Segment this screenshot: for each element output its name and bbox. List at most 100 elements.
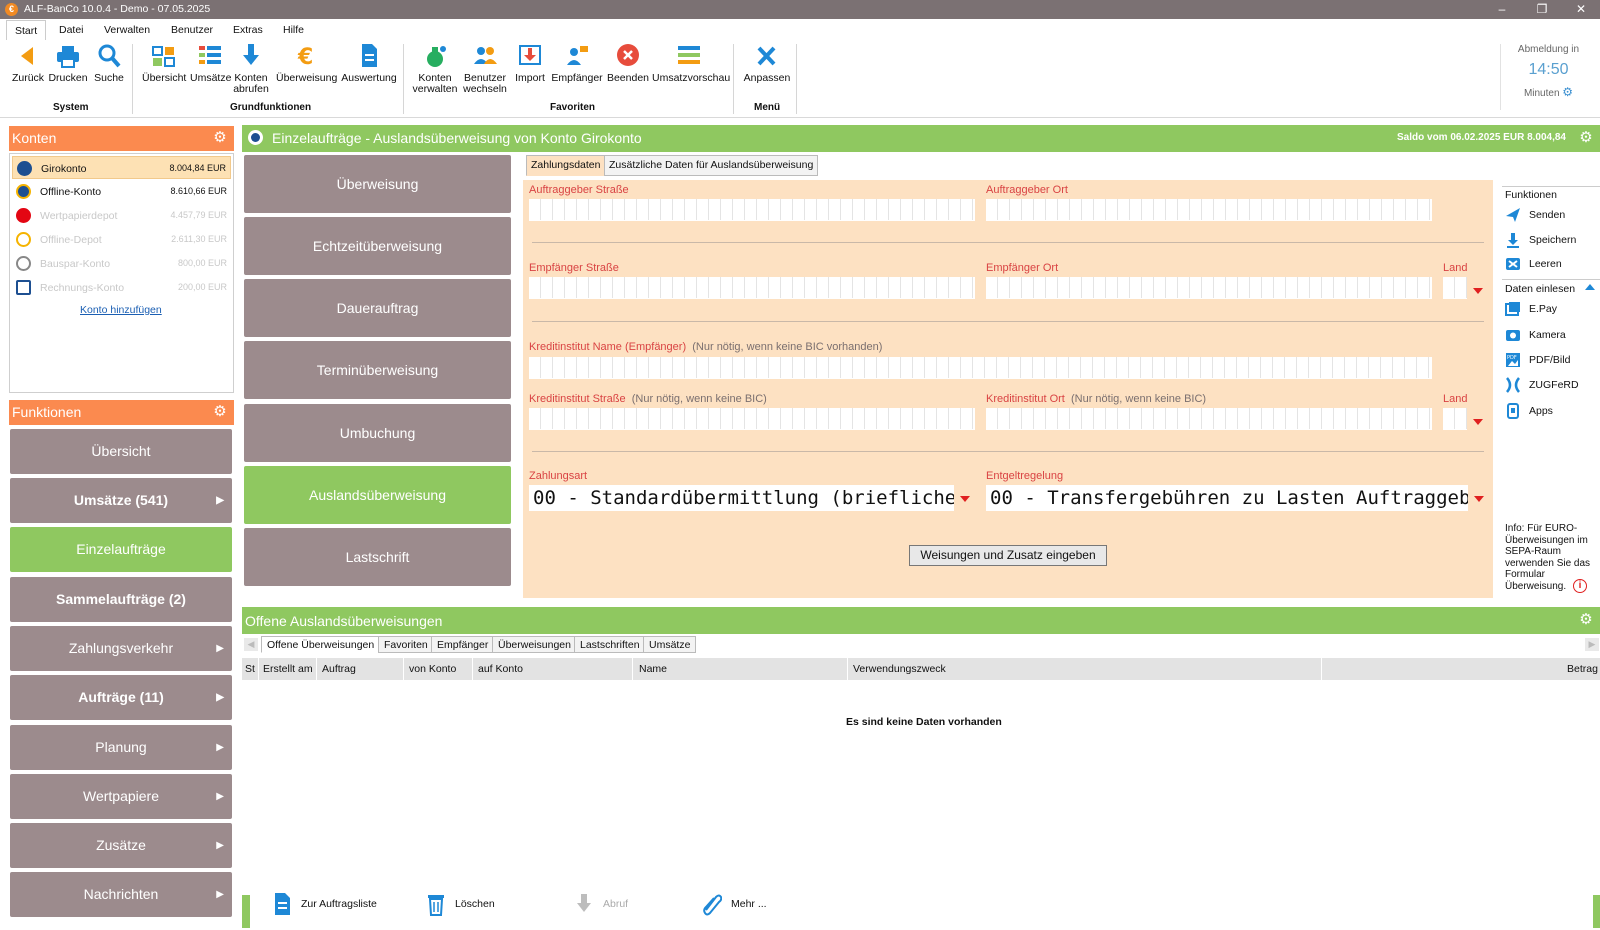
- kreditinstitut-name-field[interactable]: [529, 357, 1432, 379]
- overview-button[interactable]: Übersicht: [142, 42, 186, 84]
- col-name[interactable]: Name: [639, 658, 667, 680]
- subtab-umsaetze[interactable]: Umsätze: [643, 636, 697, 653]
- print-button[interactable]: Drucken: [48, 42, 88, 84]
- nav-sammelauftraege[interactable]: Sammelaufträge (2): [10, 577, 232, 622]
- benutzer-wechseln-button[interactable]: Benutzer wechseln: [462, 42, 508, 95]
- konto-item-offline[interactable]: Offline-Konto 8.610,66 EUR: [12, 180, 231, 203]
- search-button[interactable]: Suche: [92, 42, 126, 84]
- auftraggeber-ort-field[interactable]: [986, 199, 1432, 221]
- empfaenger-strasse-field[interactable]: [529, 277, 975, 299]
- weisungen-button[interactable]: Weisungen und Zusatz eingeben: [909, 545, 1107, 566]
- nav-uebersicht[interactable]: Übersicht: [10, 429, 232, 474]
- ribbon: Zurück Drucken Suche System Übersicht Um…: [0, 40, 1600, 118]
- order-dauerauftrag[interactable]: Dauerauftrag: [244, 279, 511, 337]
- col-auftrag[interactable]: Auftrag: [322, 658, 356, 680]
- auftraggeber-strasse-field[interactable]: [529, 199, 975, 221]
- info-icon[interactable]: i: [1573, 579, 1587, 593]
- minimize-icon[interactable]: –: [1482, 0, 1522, 19]
- anpassen-button[interactable]: Anpassen: [742, 42, 792, 84]
- beenden-button[interactable]: Beenden: [606, 42, 650, 84]
- scroll-left-icon[interactable]: ◀: [244, 638, 258, 651]
- order-terminueberweisung[interactable]: Terminüberweisung: [244, 341, 511, 399]
- umsatzvorschau-button[interactable]: Umsatzvorschau: [652, 42, 730, 84]
- kreditinstitut-land-select[interactable]: [1443, 408, 1467, 430]
- import-button[interactable]: Import: [512, 42, 548, 84]
- konto-item-offline-depot[interactable]: Offline-Depot 2.611,30 EUR: [12, 228, 231, 251]
- restore-icon[interactable]: ❐: [1522, 0, 1562, 19]
- tab-zahlungsdaten[interactable]: Zahlungsdaten: [526, 155, 606, 176]
- chevron-right-icon: ▶: [216, 692, 224, 703]
- kreditinstitut-ort-field[interactable]: [986, 408, 1432, 430]
- bank-logo-icon: [16, 184, 31, 199]
- nav-planung[interactable]: Planung ▶: [10, 725, 232, 770]
- col-st[interactable]: St: [245, 658, 255, 680]
- scroll-right-icon[interactable]: ▶: [1585, 638, 1599, 651]
- subtab-ueberweisungen[interactable]: Überweisungen: [492, 636, 577, 653]
- umsaetze-button[interactable]: Umsätze: [190, 42, 231, 84]
- col-auf-konto[interactable]: auf Konto: [478, 658, 523, 680]
- kreditinstitut-strasse-field[interactable]: [529, 408, 975, 430]
- menu-tab-extras[interactable]: Extras: [233, 24, 263, 36]
- col-von-konto[interactable]: von Konto: [409, 658, 456, 680]
- nav-zusaetze[interactable]: Zusätze ▶: [10, 823, 232, 868]
- menu-tab-start[interactable]: Start: [6, 20, 47, 40]
- nav-umsaetze[interactable]: Umsätze (541) ▶: [10, 478, 232, 523]
- gear-icon[interactable]: ⚙: [212, 130, 228, 146]
- logout-unit: Minuten: [1523, 88, 1560, 99]
- nav-zahlungsverkehr[interactable]: Zahlungsverkehr ▶: [10, 626, 232, 671]
- subtab-empfaenger[interactable]: Empfänger: [431, 636, 495, 653]
- subtab-lastschriften[interactable]: Lastschriften: [574, 636, 646, 653]
- order-ueberweisung[interactable]: Überweisung: [244, 155, 511, 213]
- menu-tab-hilfe[interactable]: Hilfe: [283, 24, 304, 36]
- land-select[interactable]: [1443, 277, 1467, 299]
- konten-abrufen-button[interactable]: Konten abrufen: [233, 42, 269, 95]
- menu-tab-benutzer[interactable]: Benutzer: [171, 24, 213, 36]
- konto-item-girokonto[interactable]: Girokonto 8.004,84 EUR: [12, 156, 231, 179]
- apps-icon: [1507, 403, 1519, 419]
- gear-icon[interactable]: ⚙: [1578, 130, 1594, 146]
- order-auslandsueberweisung[interactable]: Auslandsüberweisung: [244, 466, 511, 524]
- subtab-offene[interactable]: Offene Überweisungen: [261, 636, 381, 653]
- empfaenger-button[interactable]: Empfänger: [551, 42, 603, 84]
- nav-einzelauftraege[interactable]: Einzelaufträge: [10, 527, 232, 572]
- konto-item-bauspar[interactable]: Bauspar-Konto 800,00 EUR: [12, 252, 231, 275]
- dropdown-arrow-icon[interactable]: [960, 496, 970, 502]
- nav-nachrichten[interactable]: Nachrichten ▶: [10, 872, 232, 917]
- gear-icon[interactable]: ⚙: [212, 404, 228, 420]
- nav-wertpapiere[interactable]: Wertpapiere ▶: [10, 774, 232, 819]
- konto-name: Rechnungs-Konto: [40, 282, 125, 294]
- back-button[interactable]: Zurück: [10, 42, 46, 84]
- nav-auftraege[interactable]: Aufträge (11) ▶: [10, 675, 232, 720]
- konto-item-rechnungs[interactable]: Rechnungs-Konto 200,00 EUR: [12, 276, 231, 299]
- subtab-favoriten[interactable]: Favoriten: [378, 636, 434, 653]
- tab-zusaetzliche-daten[interactable]: Zusätzliche Daten für Auslandsüberweisun…: [604, 155, 819, 176]
- add-account-link[interactable]: Konto hinzufügen: [80, 304, 162, 316]
- ribbon-group-menu: Menü: [754, 102, 781, 113]
- empfaenger-ort-field[interactable]: [986, 277, 1432, 299]
- order-lastschrift[interactable]: Lastschrift: [244, 528, 511, 586]
- menu-tab-verwalten[interactable]: Verwalten: [104, 24, 150, 36]
- dropdown-arrow-icon[interactable]: [1473, 419, 1483, 425]
- ueberweisung-button[interactable]: € Überweisung: [276, 42, 337, 84]
- col-erstellt-am[interactable]: Erstellt am: [263, 658, 313, 680]
- konto-balance: 8.610,66 EUR: [170, 186, 227, 196]
- dropdown-arrow-icon[interactable]: [1474, 496, 1484, 502]
- empfaenger-ort-label: Empfänger Ort: [986, 262, 1059, 274]
- auswertung-button[interactable]: Auswertung: [340, 42, 398, 84]
- gear-icon[interactable]: ⚙: [1562, 85, 1573, 99]
- logout-label: Abmeldung in: [1517, 44, 1580, 55]
- zahlungsart-select[interactable]: 00 - Standardübermittlung (briefliche: [529, 485, 954, 511]
- order-echtzeitueberweisung[interactable]: Echtzeitüberweisung: [244, 217, 511, 275]
- gear-icon[interactable]: ⚙: [1578, 612, 1594, 628]
- col-verwendungszweck[interactable]: Verwendungszweck: [853, 658, 946, 680]
- col-betrag[interactable]: Betrag: [1567, 658, 1598, 680]
- order-umbuchung[interactable]: Umbuchung: [244, 404, 511, 462]
- entgeltregelung-select[interactable]: 00 - Transfergebühren zu Lasten Auftragg…: [986, 485, 1468, 511]
- menu-tab-datei[interactable]: Datei: [59, 24, 84, 36]
- tools-icon: [757, 46, 776, 66]
- dropdown-arrow-icon[interactable]: [1473, 288, 1483, 294]
- konto-item-wertpapierdepot[interactable]: Wertpapierdepot 4.457,79 EUR: [12, 204, 231, 227]
- close-icon[interactable]: ✕: [1561, 0, 1600, 19]
- collapse-arrow-icon[interactable]: [1585, 284, 1595, 290]
- konten-verwalten-button[interactable]: Konten verwalten: [412, 42, 458, 95]
